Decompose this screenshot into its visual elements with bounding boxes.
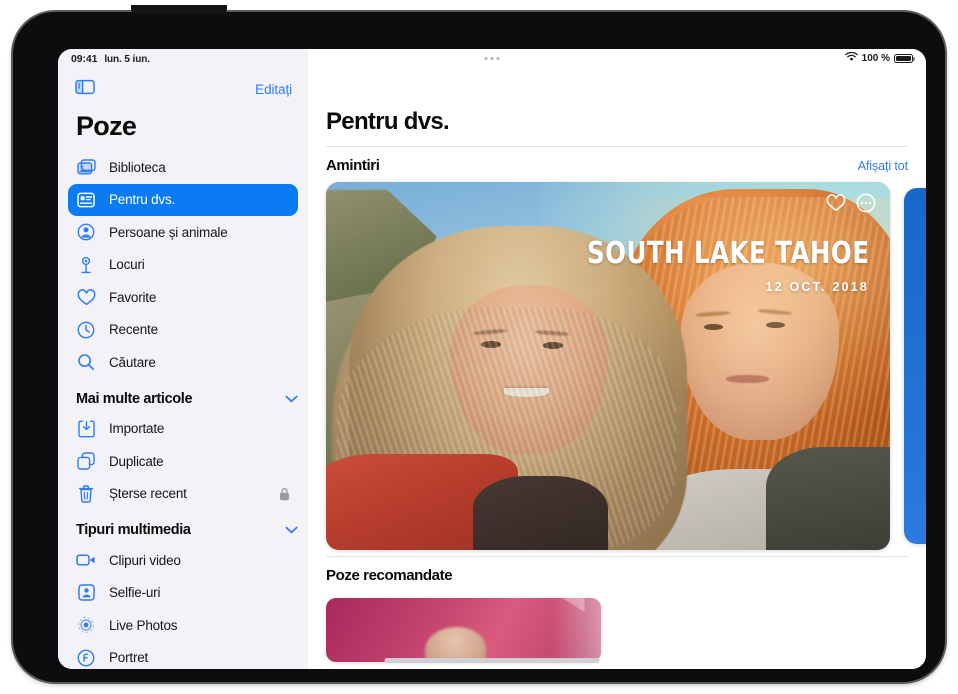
hand-shape [425,627,486,662]
sidebar-item-favorite[interactable]: Favorite [68,281,298,314]
trash-icon [76,484,96,504]
section-title-poze-recomandate: Poze recomandate [326,567,453,584]
sidebar-item-label: Pentru dvs. [109,192,176,208]
sidebar-item-recente[interactable]: Recente [68,314,298,347]
sidebar-section-items-mai-multe: Importate Duplicate Șterse recent [58,413,308,511]
sidebar-item-live-photos[interactable]: Live Photos [68,609,298,642]
memory-card-actions [825,192,876,213]
ellipsis-circle-icon[interactable] [855,192,876,213]
recommended-section-header: Poze recomandate [326,557,908,592]
sidebar: Editați Poze Biblioteca Pentru dvs. Pers… [58,49,308,669]
redhead-jacket [765,446,890,550]
search-icon [76,352,96,372]
sidebar-item-label: Selfie-uri [109,585,161,601]
sidebar-item-sterse-recent[interactable]: Șterse recent [68,478,298,511]
sidebar-item-label: Clipuri video [109,552,181,568]
heart-outline-icon[interactable] [825,192,846,213]
main-content: Pentru dvs. Amintiri Afișați tot SOUTH L… [308,49,926,669]
section-title-amintiri: Amintiri [326,157,380,174]
duplicate-squares-icon [76,451,96,471]
clock-icon [76,320,96,340]
sidebar-toggle-icon[interactable] [75,79,95,100]
video-camera-icon [76,550,96,570]
sidebar-item-importate[interactable]: Importate [68,413,298,446]
memory-date: 12 OCT. 2018 [765,280,869,294]
portrait-f-icon [76,648,96,668]
section-title: Mai multe articole [76,390,193,407]
content-inner: Pentru dvs. Amintiri Afișați tot SOUTH L… [308,70,926,668]
section-title: Tipuri multimedia [76,522,191,538]
sidebar-item-cautare[interactable]: Căutare [68,346,298,379]
memories-section-header: Amintiri Afișați tot [326,147,908,182]
lock-icon [279,487,290,501]
sidebar-section-tipuri-multimedia[interactable]: Tipuri multimedia [58,510,308,544]
sidebar-item-duplicate[interactable]: Duplicate [68,445,298,478]
memory-title: SOUTH LAKE TAHOE [586,236,869,271]
sidebar-item-label: Căutare [109,354,156,370]
page-title-sidebar: Poze [76,111,137,141]
memory-card-overlay: SOUTH LAKE TAHOE 12 OCT. 2018 [525,236,869,294]
sidebar-item-label: Favorite [109,289,157,305]
sidebar-item-portret[interactable]: Portret [68,642,298,670]
sidebar-item-label: Portret [109,650,149,666]
sidebar-item-label: Persoane și animale [109,224,228,240]
sidebar-item-label: Recente [109,322,158,338]
sidebar-item-locuri[interactable]: Locuri [68,249,298,282]
sidebar-section-mai-multe-articole[interactable]: Mai multe articole [58,379,308,413]
sidebar-item-label: Biblioteca [109,159,166,175]
ipad-device-frame: 09:41 lun. 5 iun. 100 % Editați Poze Bib… [13,5,945,682]
memory-card[interactable]: SOUTH LAKE TAHOE 12 OCT. 2018 [326,182,890,550]
memories-carousel[interactable]: SOUTH LAKE TAHOE 12 OCT. 2018 [326,182,926,550]
sidebar-item-persoane-si-animale[interactable]: Persoane și animale [68,216,298,249]
sidebar-primary-nav: Biblioteca Pentru dvs. Persoane și anima… [58,151,308,379]
chevron-down-icon[interactable] [285,526,298,534]
camera-bump [131,5,227,14]
page-title: Pentru dvs. [326,108,450,135]
sidebar-item-selfie-uri[interactable]: Selfie-uri [68,577,298,610]
edit-button[interactable]: Editați [255,82,292,97]
live-photo-icon [76,615,96,635]
map-pin-icon [76,255,96,275]
sidebar-section-items-tipuri: Clipuri video Selfie-uri Live Photos Por… [58,544,308,669]
sidebar-toolbar: Editați [58,70,308,108]
sidebar-item-label: Șterse recent [109,486,187,502]
heart-icon [76,287,96,307]
sidebar-item-label: Live Photos [109,617,178,633]
sidebar-item-label: Locuri [109,257,145,273]
ipad-screen: 09:41 lun. 5 iun. 100 % Editați Poze Bib… [58,49,926,669]
chevron-down-icon[interactable] [285,395,298,403]
sidebar-item-clipuri-video[interactable]: Clipuri video [68,544,298,577]
home-indicator[interactable] [384,658,600,663]
redhead-lips [726,375,769,384]
sidebar-item-pentru-dvs[interactable]: Pentru dvs. [68,183,298,216]
sidebar-item-label: Duplicate [109,453,164,469]
for-you-card-icon [76,190,96,210]
memory-card-next[interactable] [904,188,926,544]
recommended-photo-card[interactable] [326,598,601,662]
selfie-person-icon [76,583,96,603]
sidebar-item-label: Importate [109,421,165,437]
sidebar-item-biblioteca[interactable]: Biblioteca [68,151,298,184]
person-circle-icon [76,222,96,242]
blonde-shirt [472,476,608,550]
import-tray-icon [76,419,96,439]
sheen-layer [551,598,601,662]
photo-stack-icon [76,157,96,177]
show-all-link[interactable]: Afișați tot [858,159,908,173]
